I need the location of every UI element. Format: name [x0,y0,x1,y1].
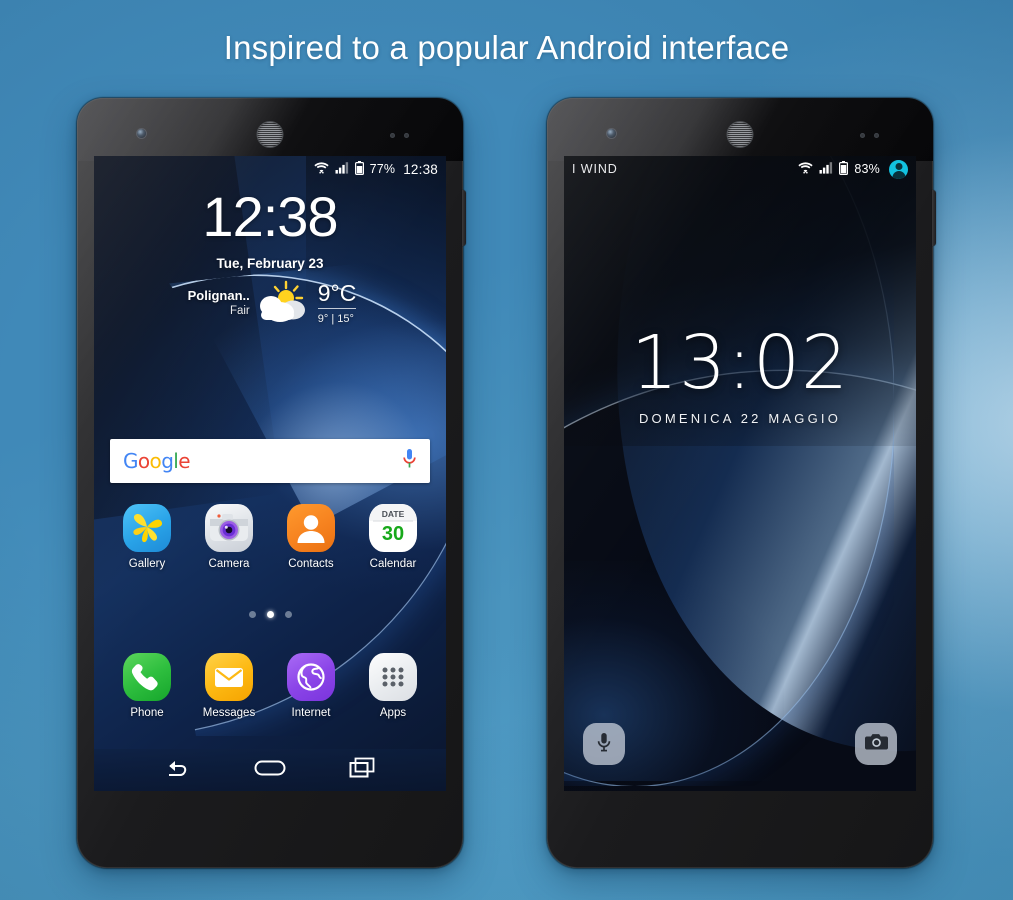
camera-icon[interactable] [205,504,253,552]
status-bar-home: 77% 12:38 [94,156,446,182]
front-camera-icon [137,129,146,138]
recents-icon[interactable] [349,757,375,783]
navigation-bar [94,749,446,791]
status-time-label: 12:38 [403,161,438,177]
lock-screen[interactable]: I WIND 83% 13:02 DOMENICA 22 MAGGIO [564,156,916,791]
home-icon[interactable] [254,758,286,783]
user-avatar-icon[interactable] [889,159,908,179]
microphone-icon [596,731,612,758]
earpiece-speaker-icon [257,122,283,147]
app-label: Gallery [128,558,166,570]
wifi-icon [798,161,813,177]
battery-icon [839,160,849,178]
messages-icon[interactable] [205,653,253,701]
google-search-bar[interactable]: Google [110,439,430,483]
contacts-icon[interactable] [287,504,335,552]
svg-text:DATE: DATE [382,509,405,519]
app-row: Gallery Camera Contacts DATE 30 Calendar [94,504,446,570]
weather-widget[interactable]: Polignan.. Fair 9°C 9° | 15° [94,280,446,326]
dock-item[interactable]: Apps [360,653,426,719]
status-bar-lock: I WIND 83% [564,156,916,182]
dock-row: Phone Messages Internet Apps [94,653,446,719]
app-label: Calendar [369,558,417,570]
power-button[interactable] [462,190,466,246]
page-indicator[interactable] [94,611,446,618]
cellular-signal-icon [335,161,349,177]
app-item[interactable]: Gallery [114,504,180,570]
camera-icon [864,732,888,756]
page-dot[interactable] [284,611,292,618]
phone-device-lock: I WIND 83% 13:02 DOMENICA 22 MAGGIO [547,98,936,868]
earpiece-speaker-icon [727,122,753,147]
page-dot[interactable] [248,611,256,618]
front-camera-icon [607,129,616,138]
carrier-label: I WIND [572,162,618,176]
proximity-sensors [390,133,409,138]
apps-grid-icon[interactable] [369,653,417,701]
wifi-icon [313,161,329,177]
calendar-icon[interactable]: DATE 30 [369,504,417,552]
phone-icon[interactable] [123,653,171,701]
clock-weather-widget[interactable]: 12:38 Tue, February 23 Polignan.. Fair 9… [94,189,446,326]
app-item[interactable]: DATE 30 Calendar [360,504,426,570]
app-label: Camera [208,558,250,570]
weather-temp: 9°C [317,281,357,309]
internet-globe-icon[interactable] [287,653,335,701]
dock-label: Apps [379,707,407,719]
partly-cloudy-sun-icon [253,280,313,326]
app-item[interactable]: Contacts [278,504,344,570]
back-icon[interactable] [165,758,191,783]
dock-label: Internet [291,707,331,719]
dock-item[interactable]: Messages [196,653,262,719]
power-button[interactable] [932,190,936,246]
battery-percent-label: 83% [854,162,880,176]
camera-shortcut-button[interactable] [855,723,897,765]
search-microphone-icon[interactable] [402,448,417,474]
app-item[interactable]: Camera [196,504,262,570]
lock-date: DOMENICA 22 MAGGIO [638,411,842,426]
widget-time: 12:38 [202,185,338,248]
microphone-shortcut-button[interactable] [583,723,625,765]
proximity-sensors [860,133,879,138]
weather-range: 9° | 15° [317,312,354,325]
battery-percent-label: 77% [369,162,396,176]
weather-condition: Fair [229,304,250,317]
app-label: Contacts [288,558,334,570]
svg-text:30: 30 [382,523,404,545]
dock-label: Messages [202,707,256,719]
dock-item[interactable]: Internet [278,653,344,719]
widget-date: Tue, February 23 [216,256,324,271]
gallery-icon[interactable] [123,504,171,552]
google-logo: Google [123,449,191,473]
cellular-signal-icon [819,161,833,177]
dock-label: Phone [130,707,164,719]
page-dot-active[interactable] [266,611,274,618]
page-title: Inspired to a popular Android interface [223,29,790,66]
lock-time: 13:02 [630,320,850,406]
battery-icon [354,160,364,178]
home-screen[interactable]: 77% 12:38 12:38 Tue, February 23 Poligna… [94,156,446,791]
phone-device-home: 77% 12:38 12:38 Tue, February 23 Poligna… [77,98,466,868]
dock-item[interactable]: Phone [114,653,180,719]
weather-city: Polignan.. [187,287,250,303]
